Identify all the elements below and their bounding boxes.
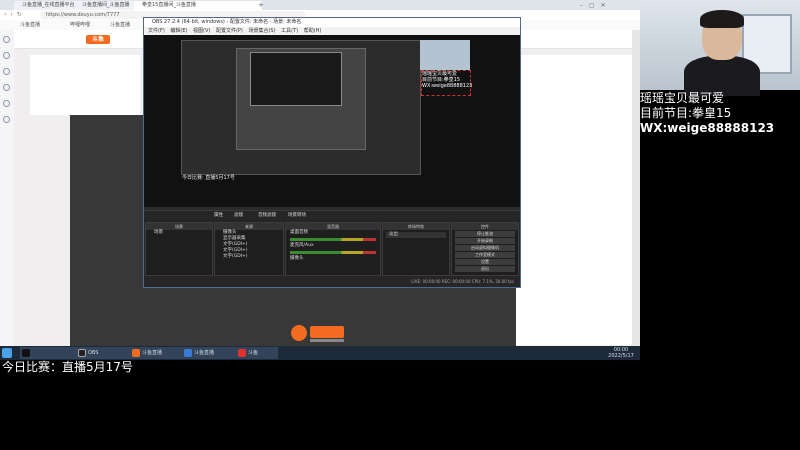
bookmark-item[interactable]: 哔哩哔哩	[70, 21, 90, 29]
taskbar-item[interactable]	[20, 347, 84, 359]
controls-dock-title: 控件	[452, 223, 518, 230]
tab-filters[interactable]: 滤镜	[234, 212, 243, 218]
browser-tab-2[interactable]: 斗鱼直播间_斗鱼直播	[74, 1, 140, 10]
studio-mode-button[interactable]: 工作室模式	[455, 252, 515, 258]
browser-tab-1[interactable]: 斗鱼直播_在线直播平台_斗鱼直播	[14, 1, 80, 10]
menu-file[interactable]: 文件(F)	[144, 28, 165, 34]
audio-meter[interactable]	[290, 251, 376, 254]
menu-tools[interactable]: 工具(T)	[277, 28, 298, 34]
settings-button[interactable]: 设置	[455, 259, 515, 265]
douyu-logo-icon	[291, 325, 344, 342]
taskbar-item[interactable]: 斗鱼	[236, 347, 278, 359]
start-icon[interactable]	[2, 348, 12, 358]
transitions-dock: 转场特效 淡出	[382, 222, 450, 276]
rail-icon[interactable]	[3, 68, 10, 75]
overlay-line-1: 瑶瑶宝贝最可爱	[640, 91, 725, 105]
tab-properties[interactable]: 属性	[214, 212, 223, 218]
menu-help[interactable]: 帮助(H)	[300, 28, 322, 34]
scenes-dock: 场景 场景	[145, 222, 213, 276]
chat-panel	[516, 55, 632, 345]
menu-profile[interactable]: 配置文件(P)	[212, 28, 243, 34]
obs-title-bar: OBS 27.2.4 (64-bit, windows) - 配置文件: 未命名…	[144, 18, 520, 27]
site-card	[30, 55, 140, 115]
mixer-dock: 混音器 桌面音频 麦克风/Aux 摄像头	[285, 222, 381, 276]
obs-status-text: LIVE: 00:00:00 REC: 00:00:00 CPU: 7.1%, …	[411, 279, 514, 284]
mixer-dock-title: 混音器	[286, 223, 380, 230]
rail-icon[interactable]	[3, 100, 10, 107]
bookmark-item[interactable]: 斗鱼直播	[110, 21, 130, 29]
audio-meter[interactable]	[290, 238, 376, 241]
transition-select[interactable]: 淡出	[386, 232, 446, 238]
page-scrollbar[interactable]	[632, 30, 640, 346]
sources-dock-title: 来源	[215, 223, 283, 230]
nav-arrows-icon[interactable]: ‹›↻	[4, 11, 26, 19]
new-tab-icon[interactable]: +	[258, 1, 264, 10]
streamer-hair	[700, 10, 744, 28]
preview-caption: 今日比赛: 直播5月17号	[182, 175, 235, 181]
mixer-channel-label: 桌面音频	[290, 230, 308, 235]
overlay-line-3: WX:weige88888123	[640, 121, 775, 135]
nested-capture-deep	[250, 52, 342, 106]
overlay-line-2: 目前节目:拳皇15	[640, 106, 732, 120]
virtual-camera-button[interactable]: 启动虚拟摄像机	[455, 245, 515, 251]
obs-menu-bar: 文件(F) 编辑(E) 视图(V) 配置文件(P) 场景集合(S) 工具(T) …	[144, 27, 520, 35]
obs-status-bar: LIVE: 00:00:00 REC: 00:00:00 CPU: 7.1%, …	[144, 277, 520, 287]
mixer-channel-label: 摄像头	[290, 256, 304, 261]
scenes-dock-title: 场景	[146, 223, 212, 230]
menu-scene-collection[interactable]: 场景集合(S)	[244, 28, 275, 34]
taskbar-clock[interactable]: 00:00 2022/5/17	[606, 347, 636, 359]
mixer-channel-label: 麦克风/Aux	[290, 243, 314, 248]
rail-icon[interactable]	[3, 116, 10, 123]
preview-webcam	[420, 40, 470, 70]
preview-overlay-line: WX:weige88888123	[422, 83, 473, 89]
transitions-dock-title: 转场特效	[383, 223, 449, 230]
site-logo[interactable]: 斗鱼	[86, 35, 110, 44]
stop-streaming-button[interactable]: 停止推流	[455, 231, 515, 237]
window-controls[interactable]: –▢✕	[580, 1, 612, 10]
menu-view[interactable]: 视图(V)	[189, 28, 210, 34]
controls-dock: 控件 停止推流 开始录制 启动虚拟摄像机 工作室模式 设置 退出	[451, 222, 519, 276]
sources-dock: 来源 摄像头 显示器采集 文字(GDI+) 文字(GDI+) 文字(GDI+)	[214, 222, 284, 276]
source-item[interactable]: 文字(GDI+)	[215, 254, 283, 260]
obs-title: OBS 27.2.4 (64-bit, windows) - 配置文件: 未命名…	[152, 19, 302, 25]
rail-icon[interactable]	[3, 84, 10, 91]
rail-icon[interactable]	[3, 52, 10, 59]
start-recording-button[interactable]: 开始录制	[455, 238, 515, 244]
bottom-caption: 今日比赛：直播5月17号	[2, 360, 133, 374]
scene-item[interactable]: 场景	[146, 230, 212, 236]
preview-overlay-text: 瑶瑶宝贝最可爱 目前节目:拳皇15 WX:weige88888123	[421, 70, 473, 96]
rail-icon[interactable]	[3, 36, 10, 43]
browser-side-rail	[0, 30, 15, 346]
tab-scene-transitions[interactable]: 场景转场	[288, 212, 306, 218]
tab-audio-filters[interactable]: 音频滤镜	[258, 212, 276, 218]
browser-tab-3[interactable]: 拳皇15直播间_斗鱼直播	[134, 1, 262, 10]
exit-button[interactable]: 退出	[455, 266, 515, 272]
bookmark-item[interactable]: 斗鱼直播	[20, 21, 40, 29]
menu-edit[interactable]: 编辑(E)	[166, 28, 187, 34]
